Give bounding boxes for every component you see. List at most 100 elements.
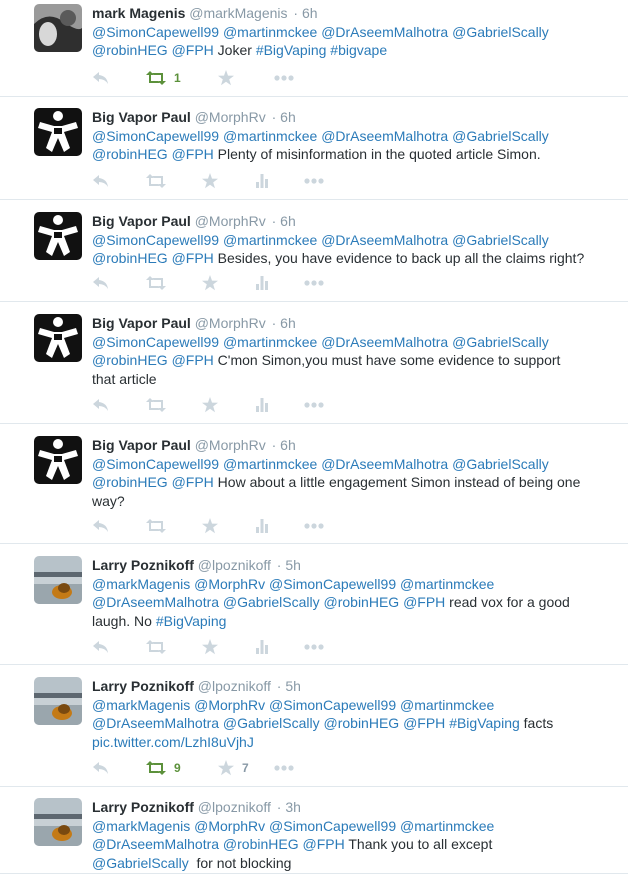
reply-button[interactable] bbox=[92, 396, 110, 414]
mention-link[interactable]: @martinmckee bbox=[223, 24, 317, 40]
author-fullname[interactable]: Larry Poznikoff bbox=[92, 557, 194, 573]
mention-link[interactable]: @markMagenis bbox=[92, 576, 190, 592]
tweet-item[interactable]: Big Vapor Paul @MorphRv · 6h @SimonCapewe… bbox=[0, 97, 628, 200]
mention-link[interactable]: @FPH bbox=[172, 250, 214, 266]
analytics-button[interactable] bbox=[256, 274, 268, 292]
mention-link[interactable]: @FPH bbox=[172, 146, 214, 162]
mention-link[interactable]: @GabrielScally bbox=[452, 456, 549, 472]
mention-link[interactable]: @martinmckee bbox=[400, 576, 494, 592]
favorite-button[interactable] bbox=[202, 274, 218, 292]
hashtag-link[interactable]: #BigVaping bbox=[256, 42, 327, 58]
retweet-button[interactable] bbox=[146, 517, 166, 535]
author-username[interactable]: @MorphRv bbox=[195, 437, 266, 453]
more-button[interactable] bbox=[274, 759, 294, 777]
more-button[interactable] bbox=[304, 172, 324, 190]
hashtag-link[interactable]: #bigvape bbox=[330, 42, 387, 58]
favorite-button[interactable]: 7 bbox=[218, 759, 249, 777]
mention-link[interactable]: @DrAseemMalhotra bbox=[321, 334, 448, 350]
author-username[interactable]: @MorphRv bbox=[195, 109, 266, 125]
author-username[interactable]: @markMagenis bbox=[189, 5, 287, 21]
retweet-button[interactable]: 9 bbox=[146, 759, 181, 777]
retweet-button[interactable] bbox=[146, 638, 166, 656]
tweet-timestamp[interactable]: · 5h bbox=[277, 678, 301, 694]
tweet-timestamp[interactable]: · 6h bbox=[272, 437, 296, 453]
retweet-button[interactable] bbox=[146, 172, 166, 190]
more-button[interactable] bbox=[304, 396, 324, 414]
mention-link[interactable]: @markMagenis bbox=[92, 818, 190, 834]
reply-button[interactable] bbox=[92, 759, 110, 777]
mention-link[interactable]: @robinHEG bbox=[92, 42, 168, 58]
mention-link[interactable]: @robinHEG bbox=[223, 836, 299, 852]
mention-link[interactable]: @robinHEG bbox=[92, 352, 168, 368]
avatar[interactable] bbox=[34, 212, 82, 260]
favorite-button[interactable] bbox=[202, 517, 218, 535]
reply-button[interactable] bbox=[92, 274, 110, 292]
author-username[interactable]: @MorphRv bbox=[195, 315, 266, 331]
mention-link[interactable]: @DrAseemMalhotra bbox=[92, 836, 219, 852]
more-button[interactable] bbox=[304, 517, 324, 535]
mention-link[interactable]: @SimonCapewell99 bbox=[92, 456, 219, 472]
author-fullname[interactable]: Big Vapor Paul bbox=[92, 213, 191, 229]
author-username[interactable]: @lpoznikoff bbox=[198, 557, 271, 573]
mention-link[interactable]: @GabrielScally bbox=[223, 594, 320, 610]
mention-link[interactable]: @SimonCapewell99 bbox=[92, 232, 219, 248]
tweet-timestamp[interactable]: · 6h bbox=[272, 109, 296, 125]
mention-link[interactable]: @SimonCapewell99 bbox=[269, 697, 396, 713]
mention-link[interactable]: @GabrielScally bbox=[452, 24, 549, 40]
retweet-button[interactable]: 1 bbox=[146, 69, 181, 87]
tweet-timestamp[interactable]: · 6h bbox=[272, 213, 296, 229]
author-username[interactable]: @MorphRv bbox=[195, 213, 266, 229]
analytics-button[interactable] bbox=[256, 517, 268, 535]
retweet-button[interactable] bbox=[146, 396, 166, 414]
mention-link[interactable]: @DrAseemMalhotra bbox=[321, 24, 448, 40]
more-button[interactable] bbox=[304, 638, 324, 656]
favorite-button[interactable] bbox=[202, 396, 218, 414]
tweet-item[interactable]: Big Vapor Paul @MorphRv · 6h @SimonCapewe… bbox=[0, 200, 628, 302]
reply-button[interactable] bbox=[92, 172, 110, 190]
more-button[interactable] bbox=[274, 69, 294, 87]
mention-link[interactable]: @DrAseemMalhotra bbox=[321, 232, 448, 248]
avatar[interactable] bbox=[34, 314, 82, 362]
author-fullname[interactable]: mark Magenis bbox=[92, 5, 185, 21]
reply-button[interactable] bbox=[92, 638, 110, 656]
mention-link[interactable]: @FPH bbox=[172, 474, 214, 490]
mention-link[interactable]: @markMagenis bbox=[92, 697, 190, 713]
avatar[interactable] bbox=[34, 108, 82, 156]
mention-link[interactable]: @MorphRv bbox=[194, 697, 265, 713]
analytics-button[interactable] bbox=[256, 172, 268, 190]
tweet-item[interactable]: Larry Poznikoff @lpoznikoff · 3h @markMag… bbox=[0, 787, 628, 874]
avatar[interactable] bbox=[34, 798, 82, 846]
mention-link[interactable]: @GabrielScally bbox=[92, 855, 189, 871]
tweet-timestamp[interactable]: · 3h bbox=[277, 799, 301, 815]
mention-link[interactable]: @martinmckee bbox=[400, 697, 494, 713]
author-username[interactable]: @lpoznikoff bbox=[198, 799, 271, 815]
mention-link[interactable]: @SimonCapewell99 bbox=[92, 334, 219, 350]
mention-link[interactable]: @robinHEG bbox=[324, 594, 400, 610]
avatar[interactable] bbox=[34, 677, 82, 725]
author-fullname[interactable]: Big Vapor Paul bbox=[92, 437, 191, 453]
favorite-button[interactable] bbox=[218, 69, 234, 87]
tweet-timestamp[interactable]: · 5h bbox=[277, 557, 301, 573]
mention-link[interactable]: @martinmckee bbox=[400, 818, 494, 834]
mention-link[interactable]: @GabrielScally bbox=[452, 334, 549, 350]
tweet-item[interactable]: Larry Poznikoff @lpoznikoff · 5h @markMag… bbox=[0, 665, 628, 787]
hashtag-link[interactable]: #BigVaping bbox=[156, 613, 227, 629]
mention-link[interactable]: @FPH bbox=[172, 352, 214, 368]
mention-link[interactable]: @FPH bbox=[172, 42, 214, 58]
mention-link[interactable]: @GabrielScally bbox=[452, 128, 549, 144]
mention-link[interactable]: @SimonCapewell99 bbox=[269, 576, 396, 592]
mention-link[interactable]: @FPH bbox=[403, 594, 445, 610]
mention-link[interactable]: @MorphRv bbox=[194, 576, 265, 592]
mention-link[interactable]: @DrAseemMalhotra bbox=[92, 594, 219, 610]
mention-link[interactable]: @robinHEG bbox=[92, 250, 168, 266]
favorite-button[interactable] bbox=[202, 172, 218, 190]
media-link[interactable]: pic.twitter.com/LzhI8uVjhJ bbox=[92, 734, 254, 750]
reply-button[interactable] bbox=[92, 517, 110, 535]
more-button[interactable] bbox=[304, 274, 324, 292]
tweet-timestamp[interactable]: · 6h bbox=[272, 315, 296, 331]
mention-link[interactable]: @martinmckee bbox=[223, 232, 317, 248]
tweet-item[interactable]: Larry Poznikoff @lpoznikoff · 5h @markMag… bbox=[0, 544, 628, 665]
mention-link[interactable]: @GabrielScally bbox=[452, 232, 549, 248]
mention-link[interactable]: @martinmckee bbox=[223, 456, 317, 472]
author-fullname[interactable]: Larry Poznikoff bbox=[92, 678, 194, 694]
